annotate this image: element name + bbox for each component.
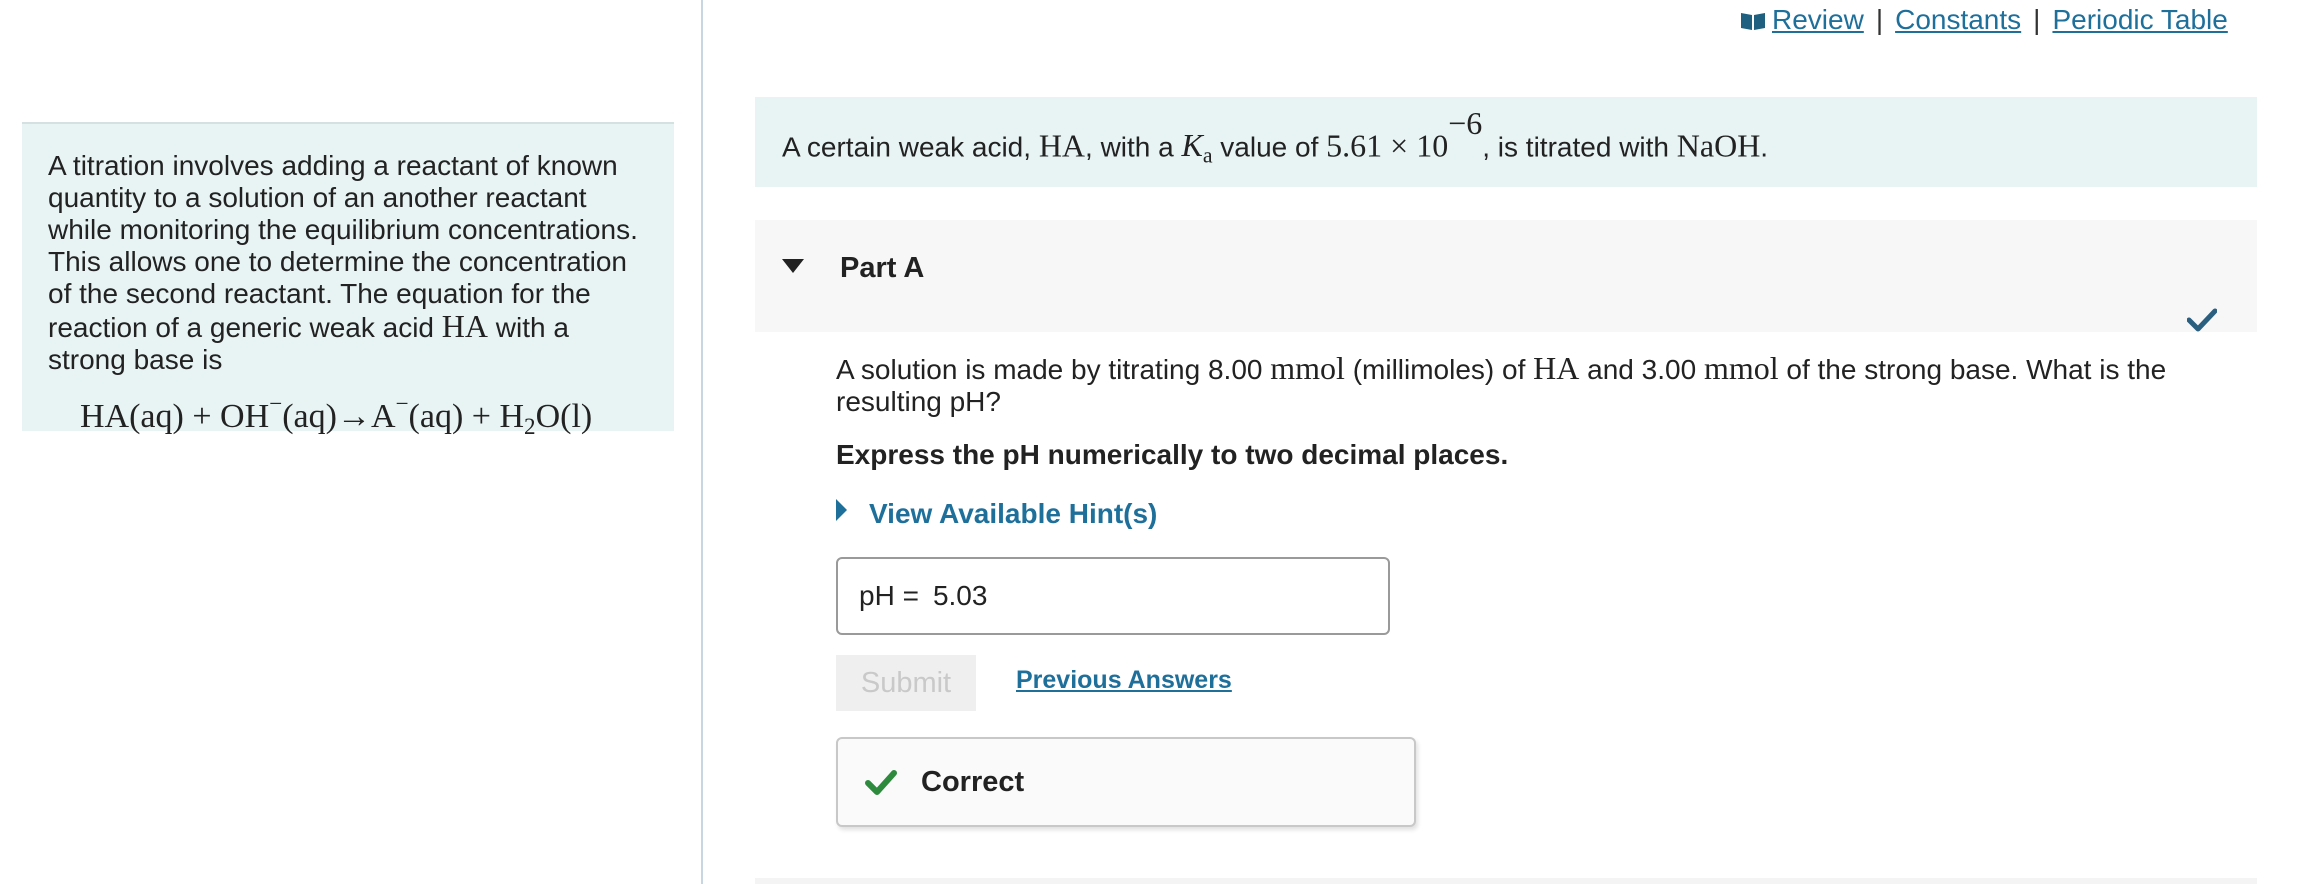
part-title[interactable]: Part A [840,252,924,285]
hint-label[interactable]: View Available Hint(s) [869,498,1157,529]
feedback-box: Correct [836,737,1416,827]
feedback-text: Correct [921,766,1025,798]
review-link[interactable]: Review [1772,4,1864,35]
problem-statement: A certain weak acid, HA, with a Ka value… [755,97,2257,187]
intro-panel: A titration involves adding a reactant o… [22,122,674,438]
submit-button[interactable]: Submit [836,655,976,711]
link-separator: | [1875,4,1884,35]
book-icon [1741,13,1765,30]
acid-symbol: HA [441,308,488,344]
answer-label: pH = [859,580,919,611]
checkmark-icon [2187,308,2217,332]
caret-down-icon[interactable] [782,259,804,273]
answer-value[interactable]: 5.03 [933,580,988,612]
top-links: Review | Constants | Periodic Table [1740,4,2228,36]
view-hints-toggle[interactable]: View Available Hint(s) [836,498,1157,530]
question-text: A solution is made by titrating 8.00 mmo… [836,350,2167,417]
periodic-table-link[interactable]: Periodic Table [2052,4,2227,35]
constants-link[interactable]: Constants [1895,4,2021,35]
reaction-equation: HA(aq) + OH−(aq)→A−(aq) + H2O(l) [80,390,593,440]
checkmark-icon [865,770,897,795]
caret-right-icon [836,499,847,521]
previous-answers-link[interactable]: Previous Answers [1016,666,1232,695]
link-separator: | [2033,4,2041,35]
part-a-header[interactable]: Part A [755,220,2257,332]
answer-instruction: Express the pH numerically to two decima… [836,439,1509,470]
pane-divider[interactable] [701,0,703,884]
intro-text: A titration involves adding a reactant o… [48,150,638,375]
next-section-edge [755,878,2257,884]
ph-answer-field[interactable]: pH = 5.03 [836,557,1390,635]
